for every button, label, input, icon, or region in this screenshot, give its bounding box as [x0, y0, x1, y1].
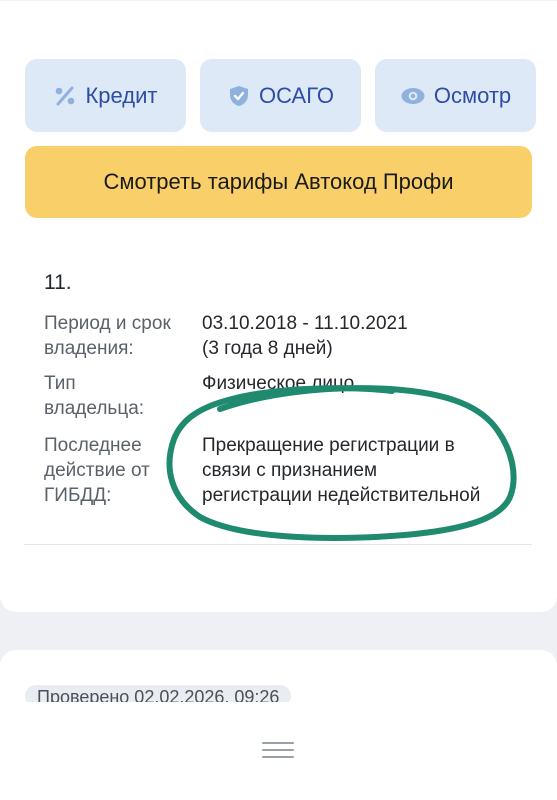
credit-button-label: Кредит	[85, 82, 158, 108]
record-number: 11.	[44, 271, 72, 294]
ownership-record: 11. Период и срок владения: 03.10.2018 -…	[44, 271, 534, 506]
bottom-navigation-bar	[0, 702, 557, 800]
osago-button-label: ОСАГО	[259, 82, 334, 108]
report-card: Кредит ОСАГО Осмотр Смотреть тарифы Авто…	[0, 0, 557, 612]
action-buttons: Кредит ОСАГО Осмотр	[25, 59, 536, 132]
eye-icon	[400, 84, 426, 108]
record-divider	[24, 544, 532, 545]
period-value: 03.10.2018 - 11.10.2021 (3 года 8 дней)	[202, 313, 408, 359]
osago-button[interactable]: ОСАГО	[200, 59, 361, 132]
period-label: Период и срок владения:	[44, 313, 171, 359]
view-tariffs-button[interactable]: Смотреть тарифы Автокод Профи	[25, 146, 532, 218]
handwritten-circle-annotation	[166, 385, 517, 541]
menu-icon[interactable]	[262, 742, 294, 763]
view-tariffs-label: Смотреть тарифы Автокод Профи	[103, 169, 454, 194]
percent-icon	[53, 84, 77, 108]
shield-check-icon	[227, 84, 251, 108]
inspection-button-label: Осмотр	[433, 82, 512, 108]
inspection-button[interactable]: Осмотр	[375, 59, 536, 132]
credit-button[interactable]: Кредит	[25, 59, 186, 132]
